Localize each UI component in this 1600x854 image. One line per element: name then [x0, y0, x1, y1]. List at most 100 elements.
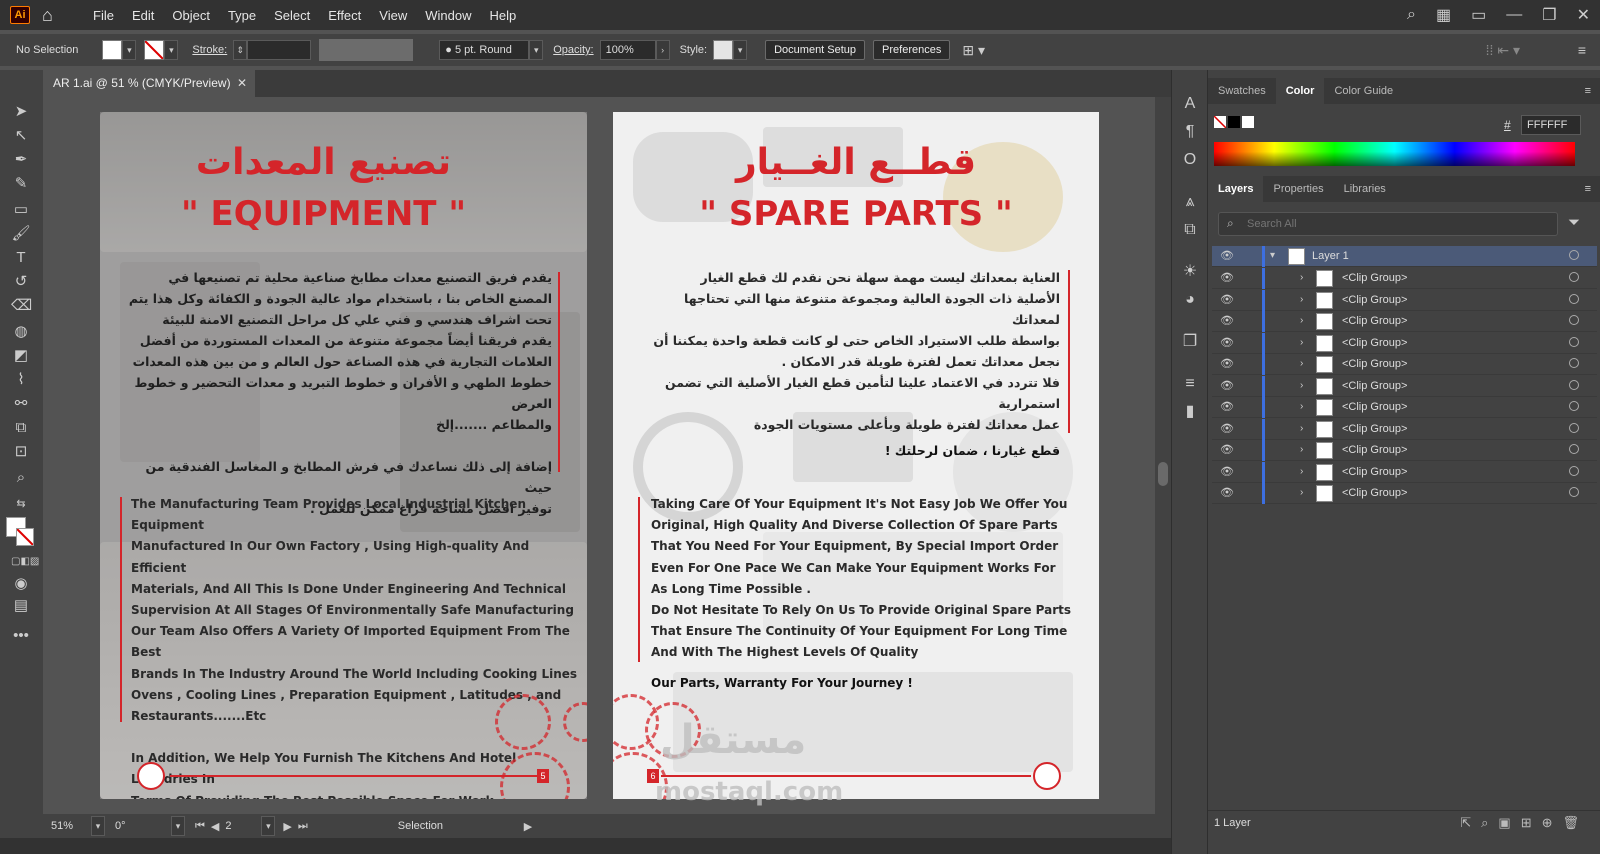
align-icon[interactable]: ⁞⁞ ⇤ ▾ [1486, 42, 1520, 59]
color-panel-menu-icon[interactable]: ≡ [1575, 78, 1600, 104]
stroke-weight-stepper[interactable]: ⇕ [233, 40, 248, 60]
artboards-panel-icon[interactable]: ❐ [1180, 332, 1200, 352]
clip-group-name[interactable]: <Clip Group> [1342, 466, 1407, 478]
arrange-documents-icon[interactable]: ⊞ ▾ [962, 42, 985, 59]
menu-window[interactable]: Window [425, 8, 471, 23]
clip-group-row[interactable]: 👁 › <Clip Group> [1212, 289, 1597, 311]
character-panel-icon[interactable]: A [1180, 94, 1200, 114]
document-tab[interactable]: AR 1.ai @ 51 % (CMYK/Preview) ✕ [43, 70, 255, 97]
home-icon[interactable]: ⌂ [42, 6, 53, 24]
black-swatch[interactable] [1228, 116, 1240, 128]
none-swatch[interactable] [1214, 116, 1226, 128]
layers-search-input[interactable] [1247, 215, 1547, 233]
stroke-dropdown[interactable]: ▾ [164, 40, 179, 60]
gradient-panel-icon[interactable]: ▮ [1180, 402, 1200, 422]
clip-group-row[interactable]: 👁 › <Clip Group> [1212, 354, 1597, 375]
chevron-down-icon[interactable]: ▾ [1270, 250, 1275, 261]
target-icon[interactable] [1569, 336, 1579, 347]
tab-layers[interactable]: Layers [1208, 176, 1264, 202]
search-icon[interactable]: ⌕ [1407, 6, 1416, 24]
visibility-eye-icon[interactable]: 👁 [1220, 249, 1234, 263]
color-mode-icons[interactable]: ▢◧▨ [11, 552, 39, 572]
paragraph-panel-icon[interactable]: ¶ [1180, 122, 1200, 142]
chevron-right-icon[interactable]: › [1300, 380, 1303, 391]
clip-group-name[interactable]: <Clip Group> [1342, 337, 1407, 349]
status-menu-icon[interactable]: ▶ [524, 820, 532, 833]
visibility-eye-icon[interactable]: 👁 [1220, 293, 1234, 307]
layer-action-icons[interactable]: ⇱⌕▣⊞⊕🗑 [1460, 815, 1589, 831]
target-icon[interactable] [1569, 465, 1579, 476]
clip-group-name[interactable]: <Clip Group> [1342, 315, 1407, 327]
align-panel-icon[interactable]: ≡ [1180, 374, 1200, 394]
visibility-eye-icon[interactable]: 👁 [1220, 314, 1234, 328]
minimize-icon[interactable]: — [1506, 6, 1522, 24]
menu-object[interactable]: Object [172, 8, 210, 23]
clip-group-name[interactable]: <Clip Group> [1342, 401, 1407, 413]
tab-swatches[interactable]: Swatches [1208, 78, 1276, 104]
chevron-right-icon[interactable]: › [1300, 401, 1303, 412]
tab-color[interactable]: Color [1275, 78, 1325, 104]
menu-select[interactable]: Select [274, 8, 310, 23]
first-artboard-icon[interactable]: ⏮ [195, 820, 205, 833]
stroke-color-box[interactable] [16, 528, 34, 546]
arrange-icon[interactable]: ▭ [1471, 5, 1486, 25]
menu-edit[interactable]: Edit [132, 8, 154, 23]
menu-effect[interactable]: Effect [328, 8, 361, 23]
target-icon[interactable] [1569, 293, 1579, 304]
curvature-tool-icon[interactable]: ✎ [11, 174, 31, 194]
chevron-right-icon[interactable]: › [1300, 444, 1303, 455]
visibility-eye-icon[interactable]: 👁 [1220, 357, 1234, 371]
canvas[interactable]: تصنيع المعدات " EQUIPMENT " يقدم فريق ال… [43, 97, 1155, 814]
fill-dropdown[interactable]: ▾ [122, 40, 137, 60]
clip-group-row[interactable]: 👁 › <Clip Group> [1212, 375, 1597, 397]
visibility-eye-icon[interactable]: 👁 [1220, 400, 1234, 414]
artboard-number[interactable]: 2 [225, 820, 261, 832]
chevron-right-icon[interactable]: › [1300, 337, 1303, 348]
type-tool-icon[interactable]: T [11, 248, 31, 268]
chevron-right-icon[interactable]: › [1300, 294, 1303, 305]
screen-mode-icon[interactable]: ▤ [11, 596, 31, 616]
layer-row[interactable]: 👁 ▾ Layer 1 [1212, 246, 1597, 267]
eraser-tool-icon[interactable]: ⌫ [11, 296, 32, 316]
previous-artboard-icon[interactable]: ◀ [211, 820, 219, 833]
clip-group-name[interactable]: <Clip Group> [1342, 272, 1407, 284]
menu-file[interactable]: File [93, 8, 114, 23]
symbol-sprayer-tool-icon[interactable]: ⧉ [11, 418, 31, 438]
draw-mode-icon[interactable]: ◉ [11, 574, 31, 594]
clip-group-row[interactable]: 👁 › <Clip Group> [1212, 418, 1597, 440]
clip-group-name[interactable]: <Clip Group> [1342, 294, 1407, 306]
direct-selection-tool-icon[interactable]: ↖ [11, 126, 31, 146]
artboard-spare-parts[interactable]: قطــع الغــيار " SPARE PARTS " العناية ب… [613, 112, 1099, 799]
zoom-level[interactable]: 51% [51, 820, 91, 832]
clip-group-row[interactable]: 👁 › <Clip Group> [1212, 397, 1597, 418]
stroke-swatch[interactable] [144, 40, 165, 60]
rectangle-tool-icon[interactable]: ▭ [11, 200, 31, 220]
tab-color-guide[interactable]: Color Guide [1324, 78, 1403, 104]
visibility-eye-icon[interactable]: 👁 [1220, 271, 1234, 285]
close-window-icon[interactable]: ✕ [1577, 5, 1590, 25]
chevron-right-icon[interactable]: › [1300, 315, 1303, 326]
artboard-tool-icon[interactable]: ⊡ [11, 442, 31, 462]
preferences-button[interactable]: Preferences [873, 40, 951, 60]
chevron-right-icon[interactable]: › [1300, 487, 1303, 498]
gradient-tool-icon[interactable]: ◩ [11, 346, 31, 366]
visibility-eye-icon[interactable]: 👁 [1220, 379, 1234, 393]
visibility-eye-icon[interactable]: 👁 [1220, 422, 1234, 436]
last-artboard-icon[interactable]: ⏭ [298, 820, 308, 833]
layers-panel-menu-icon[interactable]: ≡ [1575, 176, 1600, 202]
clip-group-name[interactable]: <Clip Group> [1342, 487, 1407, 499]
target-icon[interactable] [1569, 250, 1579, 260]
target-icon[interactable] [1569, 401, 1579, 411]
rotation-value[interactable]: 0° [115, 820, 171, 832]
target-icon[interactable] [1569, 487, 1579, 497]
target-icon[interactable] [1569, 272, 1579, 282]
pen-tool-icon[interactable]: ✒ [11, 150, 31, 170]
clip-group-name[interactable]: <Clip Group> [1342, 380, 1407, 392]
hex-input[interactable]: FFFFFF [1521, 115, 1581, 135]
eyedropper-tool-icon[interactable]: ⌇ [11, 370, 31, 390]
chevron-right-icon[interactable]: › [1300, 358, 1303, 369]
menu-type[interactable]: Type [228, 8, 256, 23]
chevron-right-icon[interactable]: › [1300, 272, 1303, 283]
opacity-field[interactable]: 100% [599, 40, 656, 60]
glyphs-panel-icon[interactable]: ⩓ [1180, 192, 1200, 212]
